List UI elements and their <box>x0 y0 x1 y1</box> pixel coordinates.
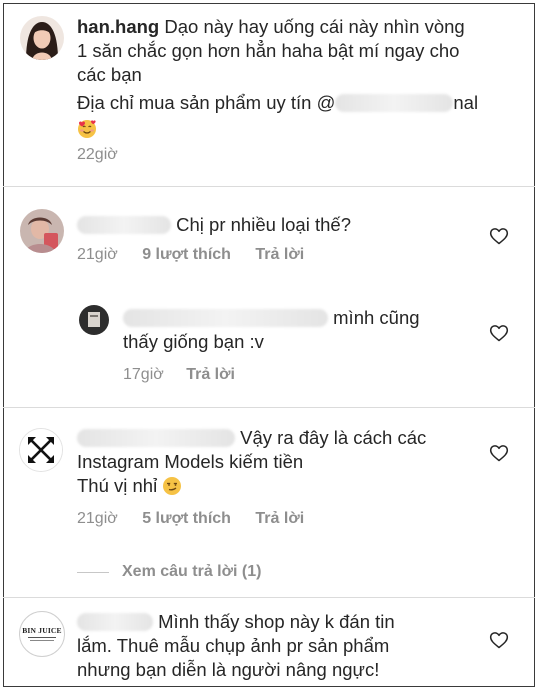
heart-outline-icon[interactable] <box>489 226 509 246</box>
comment-2: mình cũng thấy giống bạn :v <box>123 306 483 354</box>
comment-3-likes[interactable]: 5 lượt thích <box>142 510 231 527</box>
post-username[interactable]: han.hang <box>77 16 159 37</box>
redacted-username <box>77 613 153 631</box>
comment-2-meta: 17giờ Trả lời <box>123 366 235 384</box>
heart-outline-icon[interactable] <box>489 443 509 463</box>
comment-3-meta: 21giờ 5 lượt thích Trả lời <box>77 510 304 528</box>
avatar[interactable] <box>20 16 64 60</box>
comment-2-time: 17giờ <box>123 366 164 383</box>
redacted-username <box>77 216 171 234</box>
comment-3-time: 21giờ <box>77 510 118 527</box>
logo-rule <box>28 637 56 638</box>
view-replies-button[interactable]: Xem câu trả lời (1) <box>122 563 261 581</box>
comment-3-reply-button[interactable]: Trả lời <box>255 510 304 527</box>
comment-4-line-2: lắm. Thuê mẫu chụp ảnh pr sản phẩm <box>77 635 390 656</box>
comment-3: Vậy ra đây là cách các Instagram Models … <box>77 426 477 498</box>
comment-1-reply-button[interactable]: Trả lời <box>255 246 304 263</box>
avatar[interactable] <box>19 428 63 472</box>
comment-3-line-1: Vậy ra đây là cách các <box>240 427 427 448</box>
smiling-face-with-hearts-icon <box>78 120 96 138</box>
comment-3-line-3: Thú vị nhỉ <box>77 475 158 496</box>
comment-3-line-2: Instagram Models kiếm tiền <box>77 451 304 472</box>
comment-4: Mình thấy shop này k đán tin lắm. Thuê m… <box>77 610 487 682</box>
comment-1-meta: 21giờ 9 lượt thích Trả lời <box>77 246 304 264</box>
off-white-arrows-logo <box>20 429 62 471</box>
caption-line-3: các bạn <box>77 64 142 85</box>
heart-outline-icon[interactable] <box>489 323 509 343</box>
comment-4-line-3: nhưng bạn diễn là người nâng ngực! <box>77 659 380 680</box>
smirking-face-icon <box>163 477 182 495</box>
comment-2-line-1: mình cũng <box>333 307 420 328</box>
comment-2-line-2: thấy giống bạn :v <box>123 331 264 352</box>
redacted-username <box>77 429 235 447</box>
heart-outline-icon[interactable] <box>489 630 509 650</box>
redacted-handle <box>335 94 454 112</box>
comment-1-time: 21giờ <box>77 246 118 263</box>
post-caption: han.hang Dạo này hay uống cái này nhìn v… <box>77 15 517 141</box>
logo-rule <box>30 640 54 641</box>
view-replies-line <box>77 572 109 573</box>
avatar[interactable] <box>79 305 109 335</box>
caption-line-2: 1 săn chắc gọn hơn hẳn haha bật mí ngay … <box>77 40 460 61</box>
comment-1-likes[interactable]: 9 lượt thích <box>142 246 231 263</box>
caption-line-1: Dạo này hay uống cái này nhìn vòng <box>159 16 465 37</box>
address-text: Địa chỉ mua sản phẩm uy tín @ <box>77 92 336 113</box>
divider <box>3 407 535 408</box>
redacted-username <box>123 309 328 327</box>
bin-juice-logo: BIN JUICE <box>22 626 62 635</box>
avatar[interactable] <box>20 209 64 253</box>
divider <box>3 186 535 187</box>
post-time: 22giờ <box>77 146 118 163</box>
comment-1-text: Chị pr nhiều loại thế? <box>176 214 351 235</box>
divider <box>3 597 535 598</box>
comment-2-reply-button[interactable]: Trả lời <box>186 366 235 383</box>
comment-4-line-1: Mình thấy shop này k đán tin <box>158 611 395 632</box>
address-handle-suffix[interactable]: nal <box>453 92 478 113</box>
avatar[interactable]: BIN JUICE <box>19 611 65 657</box>
comment-1: Chị pr nhiều loại thế? <box>77 213 477 237</box>
